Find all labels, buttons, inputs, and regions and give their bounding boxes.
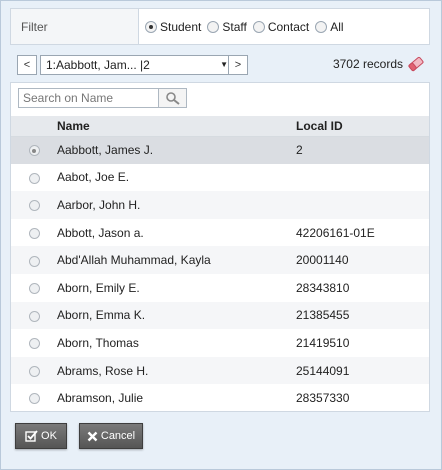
ok-label: OK: [41, 430, 57, 442]
table-row[interactable]: Abbott, Jason a. 42206161-01E: [11, 219, 429, 247]
row-local-id: 28343810: [296, 280, 350, 295]
filter-options: Student Staff Contact All: [139, 20, 350, 34]
ok-button[interactable]: OK: [15, 423, 67, 449]
search-button[interactable]: [159, 88, 187, 108]
local-id-column-header[interactable]: Local ID: [296, 116, 429, 137]
table-row[interactable]: Aarbor, John H.: [11, 191, 429, 219]
filter-bar: Filter Student Staff Contact All: [10, 8, 430, 45]
filter-option-label: Contact: [267, 19, 310, 34]
previous-record-button[interactable]: <: [17, 55, 37, 75]
search-bar: [18, 88, 187, 108]
table-header-row: Name Local ID: [11, 116, 429, 137]
row-radio-icon[interactable]: [28, 365, 40, 377]
table-row[interactable]: Aborn, Thomas 21419510: [11, 329, 429, 357]
row-name: Aborn, Emma K.: [57, 301, 296, 330]
record-navigation: < 1:Aabbott, Jam... |2 ▼ > 3702 records: [17, 55, 429, 75]
eraser-icon[interactable]: [407, 56, 425, 72]
student-table: Name Local ID Aabbott, James J. 2 Aabot,…: [11, 116, 429, 412]
row-local-id: 25144091: [296, 356, 429, 385]
table-row[interactable]: Abramson, Julie 28357330: [11, 384, 429, 412]
record-select-value: 1:Aabbott, Jam... |2: [46, 58, 150, 72]
row-name: Abbott, Jason a.: [57, 225, 144, 240]
row-radio-icon[interactable]: [28, 283, 40, 295]
filter-option-contact[interactable]: Contact: [252, 19, 310, 34]
next-record-button[interactable]: >: [228, 55, 248, 75]
select-column-header: [11, 116, 57, 137]
record-picker-dialog: Filter Student Staff Contact All < 1:Aab…: [0, 0, 442, 470]
search-icon: [165, 92, 180, 105]
row-name: Aabbott, James J.: [57, 136, 296, 164]
table-row[interactable]: Aborn, Emma K. 21385455: [11, 301, 429, 330]
filter-option-all[interactable]: All: [315, 19, 344, 34]
row-name: Abrams, Rose H.: [57, 356, 296, 385]
filter-option-student[interactable]: Student: [145, 20, 201, 34]
row-name: Abramson, Julie: [57, 391, 144, 406]
row-radio-icon[interactable]: [28, 393, 40, 405]
row-name: Aborn, Emily E.: [57, 280, 140, 295]
student-list-panel: Name Local ID Aabbott, James J. 2 Aabot,…: [10, 82, 430, 412]
filter-option-staff[interactable]: Staff: [207, 19, 247, 34]
table-row[interactable]: Aabbott, James J. 2: [11, 136, 429, 164]
row-radio-icon[interactable]: [28, 255, 40, 267]
row-local-id: 21419510: [296, 335, 350, 350]
row-local-id: 21385455: [296, 301, 429, 330]
row-local-id: [296, 164, 429, 192]
row-radio-icon[interactable]: [28, 338, 40, 350]
name-column-header[interactable]: Name: [57, 116, 296, 137]
checkbox-icon: [25, 430, 38, 442]
close-icon: [87, 431, 98, 442]
row-name: Aabot, Joe E.: [57, 170, 130, 185]
table-row[interactable]: Abrams, Rose H. 25144091: [11, 356, 429, 385]
filter-option-label: Staff: [222, 19, 247, 34]
row-radio-icon[interactable]: [28, 310, 40, 322]
row-local-id: 2: [296, 136, 429, 164]
row-radio-icon[interactable]: [28, 200, 40, 212]
search-input[interactable]: [18, 88, 159, 108]
radio-icon[interactable]: [207, 20, 220, 33]
radio-icon[interactable]: [252, 20, 265, 33]
row-name: Aarbor, John H.: [57, 191, 296, 219]
filter-option-label: Student: [160, 19, 202, 34]
table-row[interactable]: Aabot, Joe E.: [11, 164, 429, 192]
row-name: Abd'Allah Muhammad, Kayla: [57, 246, 296, 274]
filter-option-label: All: [330, 19, 344, 34]
cancel-label: Cancel: [100, 430, 136, 442]
row-radio-icon[interactable]: [28, 172, 40, 184]
row-radio-icon[interactable]: [28, 227, 40, 239]
table-row[interactable]: Aborn, Emily E. 28343810: [11, 274, 429, 302]
row-local-id: 28357330: [296, 391, 350, 406]
radio-icon[interactable]: [315, 20, 328, 33]
row-local-id: 42206161-01E: [296, 225, 375, 240]
row-local-id: 20001140: [296, 246, 429, 274]
row-name: Aborn, Thomas: [57, 335, 139, 350]
row-radio-checked-icon[interactable]: [28, 145, 40, 157]
record-select[interactable]: 1:Aabbott, Jam... |2 ▼: [40, 55, 237, 75]
table-row[interactable]: Abd'Allah Muhammad, Kayla 20001140: [11, 246, 429, 274]
filter-label: Filter: [11, 9, 139, 44]
record-count: 3702 records: [332, 57, 403, 71]
dropdown-arrow-icon: ▼: [220, 60, 228, 69]
row-local-id: [296, 191, 429, 219]
radio-checked-icon[interactable]: [145, 20, 157, 33]
cancel-button[interactable]: Cancel: [79, 423, 143, 449]
